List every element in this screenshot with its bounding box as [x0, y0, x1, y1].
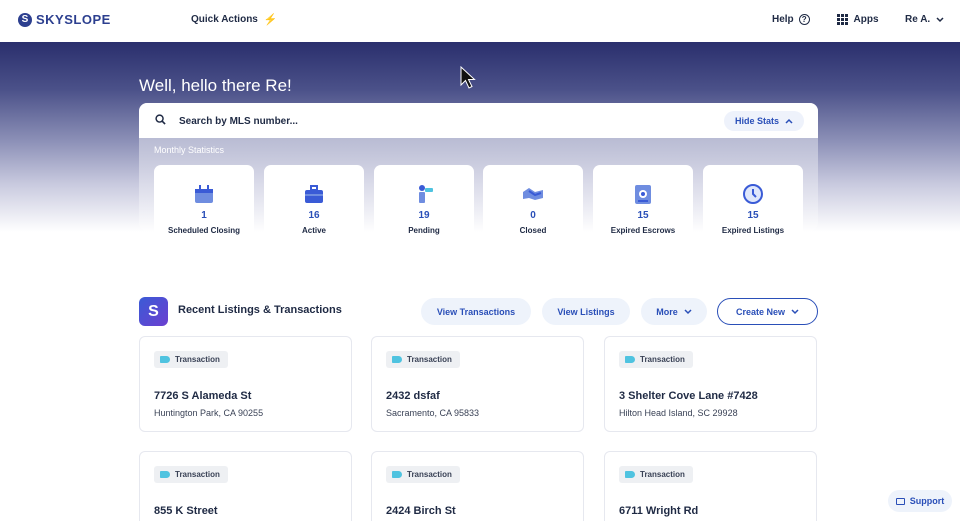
listing-card[interactable]: Transaction 2432 dsfaf Sacramento, CA 95…: [371, 336, 584, 432]
chevron-down-icon: [936, 16, 944, 22]
tag-label: Transaction: [407, 355, 452, 364]
stat-card-closed[interactable]: 0 Closed: [483, 165, 583, 237]
tag-icon: [625, 356, 635, 363]
view-listings-button[interactable]: View Listings: [542, 298, 630, 325]
listing-city: Hilton Head Island, SC 29928: [619, 408, 738, 418]
stat-card-expired-listings[interactable]: 15 Expired Listings: [703, 165, 803, 237]
view-listings-label: View Listings: [557, 306, 615, 317]
tag-icon: [160, 471, 170, 478]
logo-mark-icon: S: [18, 12, 32, 27]
stat-value: 1: [201, 210, 207, 221]
listing-card[interactable]: Transaction 2424 Birch St: [371, 451, 584, 521]
lightning-icon: ⚡: [263, 14, 278, 26]
stat-card-scheduled-closing[interactable]: 1 Scheduled Closing: [154, 165, 254, 237]
pending-icon: [419, 185, 433, 203]
user-name: Re A.: [905, 14, 931, 25]
listing-card[interactable]: Transaction 3 Shelter Cove Lane #7428 Hi…: [604, 336, 817, 432]
greeting-heading: Well, hello there Re!: [139, 76, 292, 95]
tag-icon: [625, 471, 635, 478]
tag-label: Transaction: [175, 470, 220, 479]
quick-actions-label: Quick Actions: [191, 14, 258, 25]
tag-icon: [392, 356, 402, 363]
chevron-down-icon: [684, 308, 692, 314]
search-and-stats-panel: Hide Stats Monthly Statistics 1 Schedule…: [139, 103, 818, 237]
listing-address: 3 Shelter Cove Lane #7428: [619, 390, 758, 402]
chevron-down-icon: [791, 308, 799, 314]
stat-value: 0: [530, 210, 536, 221]
tag-label: Transaction: [640, 470, 685, 479]
hide-stats-button[interactable]: Hide Stats: [724, 111, 804, 131]
skyslope-app-icon: S: [139, 297, 168, 326]
search-icon: [155, 114, 166, 125]
listing-address: 855 K Street: [154, 505, 218, 517]
tag-icon: [160, 356, 170, 363]
briefcase-icon: [305, 185, 323, 203]
view-transactions-button[interactable]: View Transactions: [421, 298, 531, 325]
listing-card[interactable]: Transaction 7726 S Alameda St Huntington…: [139, 336, 352, 432]
transaction-tag: Transaction: [154, 351, 228, 368]
stat-card-pending[interactable]: 19 Pending: [374, 165, 474, 237]
transaction-tag: Transaction: [619, 351, 693, 368]
mls-search-input[interactable]: [179, 112, 699, 130]
stat-card-expired-escrows[interactable]: 15 Expired Escrows: [593, 165, 693, 237]
chat-icon: [895, 497, 905, 505]
help-button[interactable]: Help ?: [772, 14, 810, 25]
listing-card[interactable]: Transaction 855 K Street: [139, 451, 352, 521]
chevron-up-icon: [785, 118, 793, 124]
stat-value: 15: [747, 210, 759, 221]
help-label: Help: [772, 14, 794, 25]
calendar-icon: [195, 185, 213, 203]
apps-button[interactable]: Apps: [837, 14, 879, 25]
more-label: More: [656, 306, 678, 317]
transaction-tag: Transaction: [386, 466, 460, 483]
stat-label: Expired Escrows: [610, 226, 676, 235]
document-icon: [635, 185, 651, 204]
listing-card[interactable]: Transaction 6711 Wright Rd: [604, 451, 817, 521]
stat-label: Pending: [408, 226, 440, 235]
search-bar: Hide Stats: [139, 103, 818, 138]
stat-label: Active: [301, 226, 326, 235]
mouse-cursor-icon: [460, 66, 476, 89]
transaction-tag: Transaction: [154, 466, 228, 483]
user-menu[interactable]: Re A.: [905, 14, 944, 25]
tag-label: Transaction: [175, 355, 220, 364]
question-circle-icon: ?: [798, 14, 810, 25]
create-new-label: Create New: [735, 306, 786, 317]
stat-card-active[interactable]: 16 Active: [264, 165, 364, 237]
stat-label: Scheduled Closing: [167, 226, 240, 235]
transaction-tag: Transaction: [619, 466, 693, 483]
support-button[interactable]: Support: [888, 490, 952, 512]
listing-address: 2432 dsfaf: [386, 390, 440, 402]
stat-label: Closed: [519, 226, 547, 235]
tag-icon: [392, 471, 402, 478]
quick-actions-menu[interactable]: Quick Actions ⚡: [191, 13, 278, 26]
create-new-button[interactable]: Create New: [717, 298, 818, 325]
app-grid-icon: [837, 14, 848, 25]
hide-stats-label: Hide Stats: [734, 116, 779, 126]
more-button[interactable]: More: [641, 298, 707, 325]
tag-label: Transaction: [640, 355, 685, 364]
stat-label: Expired Listings: [721, 226, 785, 235]
view-transactions-label: View Transactions: [436, 306, 516, 317]
transaction-tag: Transaction: [386, 351, 460, 368]
monthly-statistics-label: Monthly Statistics: [154, 145, 225, 155]
listing-address: 7726 S Alameda St: [154, 390, 252, 402]
tag-label: Transaction: [407, 470, 452, 479]
stat-value: 15: [637, 210, 649, 221]
top-navigation-bar: S SKYSLOPE Quick Actions ⚡ Help ? Apps R…: [0, 0, 960, 42]
listing-address: 2424 Birch St: [386, 505, 456, 517]
listing-city: Sacramento, CA 95833: [386, 408, 480, 418]
handshake-icon: [523, 188, 543, 200]
apps-label: Apps: [853, 14, 879, 25]
section-title: Recent Listings & Transactions: [178, 304, 342, 316]
stat-value: 19: [418, 210, 430, 221]
listing-city: Huntington Park, CA 90255: [154, 408, 264, 418]
support-label: Support: [909, 496, 945, 506]
skyslope-logo[interactable]: S SKYSLOPE: [18, 12, 111, 27]
listing-address: 6711 Wright Rd: [619, 505, 699, 517]
logo-text: SKYSLOPE: [36, 12, 111, 27]
stat-value: 16: [308, 210, 320, 221]
clock-icon: [743, 184, 763, 204]
